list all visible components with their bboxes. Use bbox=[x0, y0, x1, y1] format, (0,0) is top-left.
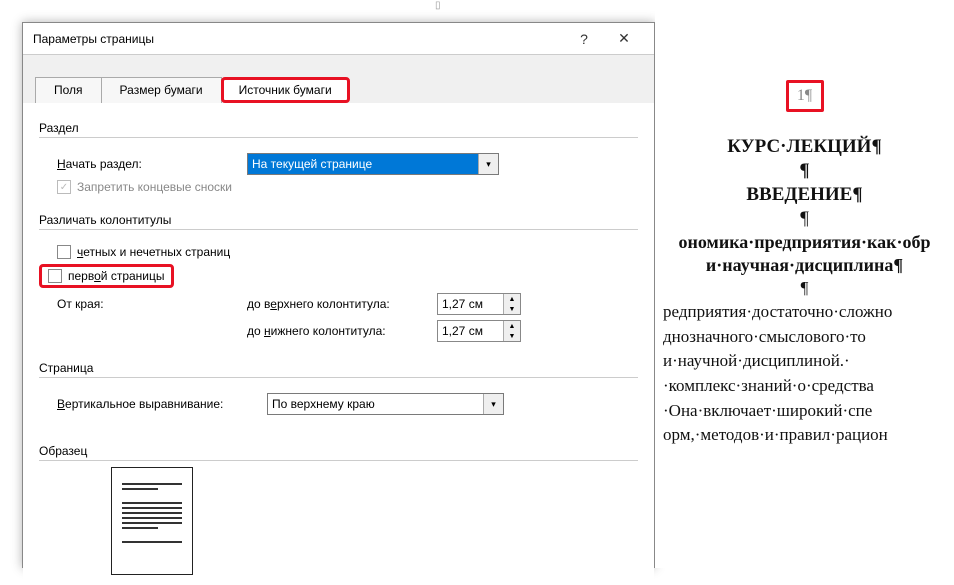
first-page-highlight: первой страницы bbox=[39, 264, 174, 288]
document-content: КУРС·ЛЕКЦИЙ¶ ¶ ВВЕДЕНИЕ¶ ¶ ономика·предп… bbox=[655, 136, 954, 448]
suppress-endnotes-checkbox: ✓ Запретить концевые сноски bbox=[57, 180, 232, 194]
checkbox-icon bbox=[48, 269, 62, 283]
doc-subheading-2: и·научная·дисциплина¶ bbox=[655, 255, 954, 276]
from-edge-label: От края: bbox=[57, 297, 247, 311]
header-distance-value: 1,27 см bbox=[438, 294, 503, 314]
checkbox-icon: ✓ bbox=[57, 180, 71, 194]
chevron-down-icon[interactable]: ▾ bbox=[478, 154, 498, 174]
footer-distance-value: 1,27 см bbox=[438, 321, 503, 341]
valign-label: Вертикальное выравнивание: bbox=[57, 397, 267, 411]
doc-body-line: орм,·методов·и·правил·рацион bbox=[655, 423, 954, 448]
group-page: Вертикальное выравнивание: По верхнему к… bbox=[39, 382, 638, 426]
spinner-up-icon[interactable]: ▲ bbox=[504, 294, 520, 304]
group-sample-label: Образец bbox=[39, 444, 638, 461]
spinner-down-icon[interactable]: ▼ bbox=[504, 331, 520, 341]
to-header-label: до верхнего колонтитула: bbox=[247, 297, 437, 311]
ruler-marker: ▯ bbox=[435, 0, 441, 11]
page-setup-dialog: Параметры страницы ? ✕ Поля Размер бумаг… bbox=[22, 22, 655, 568]
help-button[interactable]: ? bbox=[564, 24, 604, 54]
tab-paper-size[interactable]: Размер бумаги bbox=[101, 77, 222, 103]
header-distance-spinner[interactable]: 1,27 см ▲ ▼ bbox=[437, 293, 521, 315]
section-start-label: Начать раздел: bbox=[57, 157, 247, 171]
checkbox-icon bbox=[57, 245, 71, 259]
dialog-title: Параметры страницы bbox=[33, 32, 564, 46]
odd-even-label: четных и нечетных страниц bbox=[77, 245, 230, 259]
doc-body-line: днозначного·смыслового·то bbox=[655, 325, 954, 350]
doc-heading-1: КУРС·ЛЕКЦИЙ¶ bbox=[655, 136, 954, 158]
tab-paper-source[interactable]: Источник бумаги bbox=[221, 77, 350, 103]
group-section-label: Раздел bbox=[39, 121, 638, 138]
group-section: Начать раздел: На текущей странице ▾ ✓ З… bbox=[39, 142, 638, 205]
spinner-down-icon[interactable]: ▼ bbox=[504, 304, 520, 314]
titlebar: Параметры страницы ? ✕ bbox=[23, 23, 654, 55]
valign-dropdown[interactable]: По верхнему краю ▾ bbox=[267, 393, 504, 415]
doc-body-line: редприятия·достаточно·сложно bbox=[655, 300, 954, 325]
suppress-endnotes-label: Запретить концевые сноски bbox=[77, 180, 232, 194]
doc-body-line: ·комплекс·знаний·о·средства bbox=[655, 374, 954, 399]
first-page-label: первой страницы bbox=[68, 269, 165, 283]
doc-body-line: ·Она·включает·широкий·спе bbox=[655, 399, 954, 424]
doc-para-mark: ¶ bbox=[655, 208, 954, 230]
doc-body-line: и·научной·дисциплиной.· bbox=[655, 349, 954, 374]
group-page-label: Страница bbox=[39, 361, 638, 378]
group-headers-label: Различать колонтитулы bbox=[39, 213, 638, 230]
doc-para-mark: ¶ bbox=[655, 160, 954, 182]
chevron-down-icon[interactable]: ▾ bbox=[483, 394, 503, 414]
page-number: 1¶ bbox=[797, 87, 812, 105]
close-button[interactable]: ✕ bbox=[604, 24, 644, 54]
valign-value: По верхнему краю bbox=[268, 394, 483, 414]
doc-heading-2: ВВЕДЕНИЕ¶ bbox=[655, 184, 954, 206]
section-start-dropdown[interactable]: На текущей странице ▾ bbox=[247, 153, 499, 175]
document-area: 1¶ КУРС·ЛЕКЦИЙ¶ ¶ ВВЕДЕНИЕ¶ ¶ ономика·пр… bbox=[655, 0, 954, 568]
section-start-value: На текущей странице bbox=[248, 154, 478, 174]
tab-fields[interactable]: Поля bbox=[35, 77, 102, 103]
odd-even-checkbox[interactable]: четных и нечетных страниц bbox=[57, 245, 230, 259]
doc-para-mark: ¶ bbox=[655, 278, 954, 298]
to-footer-label: до нижнего колонтитула: bbox=[247, 324, 437, 338]
footer-distance-spinner[interactable]: 1,27 см ▲ ▼ bbox=[437, 320, 521, 342]
page-number-highlight: 1¶ bbox=[786, 80, 824, 112]
dialog-body: Раздел Начать раздел: На текущей страниц… bbox=[23, 103, 654, 585]
spinner-up-icon[interactable]: ▲ bbox=[504, 321, 520, 331]
tabstrip: Поля Размер бумаги Источник бумаги bbox=[23, 55, 654, 103]
first-page-checkbox[interactable]: первой страницы bbox=[48, 269, 165, 283]
page-preview bbox=[111, 467, 193, 575]
doc-subheading-1: ономика·предприятия·как·обр bbox=[655, 232, 954, 253]
group-headers: четных и нечетных страниц первой страниц… bbox=[39, 234, 638, 353]
